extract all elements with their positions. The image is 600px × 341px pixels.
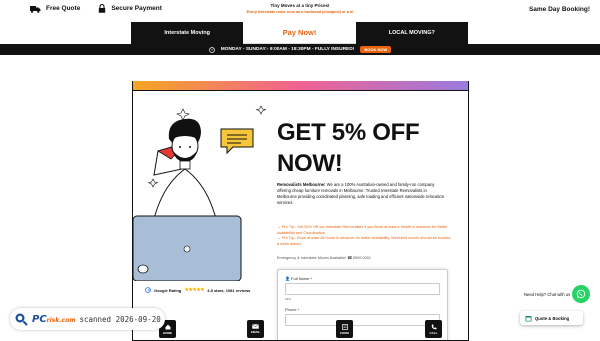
google-rating-text: 4.8 stars, 1081 reviews	[207, 287, 251, 293]
whatsapp-button[interactable]	[572, 285, 590, 303]
full-name-label: 👤 Full Name *	[285, 276, 312, 281]
google-rating: Google Rating ★★★★★ 4.8 stars, 1081 revi…	[145, 287, 250, 293]
email-button[interactable]: EMAIL	[247, 320, 264, 338]
hours-strip: MONDAY - SUNDAY:- 9:00AM - 18:30PM - FUL…	[0, 44, 600, 55]
watermark-logo-suffix: risk.com	[46, 316, 76, 324]
quote-form: 👤 Full Name * First Phone *	[277, 269, 448, 340]
secure-payment-label: Secure Payment	[111, 5, 162, 12]
mail-icon	[252, 324, 259, 329]
magnifier-logo-icon	[15, 313, 28, 326]
emergency-line: Emergency & Interstate Moves Available! …	[277, 256, 371, 260]
same-day-booking[interactable]: Same Day Booking!	[529, 6, 590, 13]
quote-booking-label: Quote & Booking	[535, 315, 570, 321]
home-label: HOME	[163, 330, 172, 335]
hero-card: GET 5% OFF NOW! Removalists Melbourne: W…	[132, 81, 469, 341]
form-icon	[341, 323, 348, 330]
email-label: EMAIL	[250, 330, 261, 334]
calendar-icon	[525, 315, 532, 321]
truck-icon	[30, 5, 41, 13]
google-rating-label: Google Rating	[154, 287, 182, 293]
hero-description: Removalists Melbourne: We are a 100% Aus…	[277, 182, 447, 206]
call-button[interactable]: CALL	[425, 320, 442, 338]
top-bar: Free Quote Secure Payment Tiny Moves at …	[0, 0, 600, 22]
first-name-hint: First	[285, 297, 291, 301]
chat-help-text: Need Help? Chat with us	[522, 291, 573, 298]
phone-icon	[431, 324, 436, 329]
form-label: FORM	[340, 330, 349, 335]
gradient-header	[133, 81, 468, 91]
chat-bubble-icon	[220, 128, 254, 155]
main-nav: Interstate Moving Pay Now! LOCAL MOVING?	[131, 22, 468, 44]
lock-icon	[99, 4, 106, 13]
hours-text: MONDAY - SUNDAY:- 9:00AM - 18:30PM - FUL…	[220, 47, 355, 52]
hero-heading-line2: NOW!	[277, 150, 343, 177]
hero-heading: GET 5% OFF NOW!	[277, 117, 420, 179]
hero-heading-line1: GET 5% OFF	[277, 119, 420, 146]
full-name-input[interactable]	[285, 283, 440, 295]
pro-tip-1: → Pro Tip:- Get 50% Off our Interstate R…	[277, 225, 448, 235]
tab-pay-now[interactable]: Pay Now!	[243, 22, 356, 44]
secure-payment-item[interactable]: Secure Payment	[98, 4, 162, 13]
form-button[interactable]: FORM	[336, 320, 353, 338]
promo-subtitle: Every Interstate route runs as a backloa…	[246, 10, 354, 14]
pro-tip-2: → Pro Tip:- Book at least 48 hours in ad…	[277, 236, 451, 246]
rating-stars-icon: ★★★★★	[184, 287, 205, 293]
pro-tips: → Pro Tip:- Get 50% Off our Interstate R…	[277, 225, 452, 247]
free-quote-item[interactable]: Free Quote	[30, 5, 80, 13]
phone-label: Phone *	[285, 307, 300, 312]
whatsapp-icon	[576, 289, 586, 299]
watermark-logo: PCrisk.com	[32, 314, 75, 325]
phone-input[interactable]	[285, 314, 440, 326]
tab-local-moving[interactable]: LOCAL MOVING?	[355, 22, 468, 44]
book-now-button[interactable]: BOOK NOW	[360, 46, 392, 53]
home-icon	[165, 324, 170, 329]
tab-interstate-moving[interactable]: Interstate Moving	[131, 22, 244, 44]
promo-title: Tiny Moves at a tiny Prices!	[270, 3, 330, 8]
promo-notice: Tiny Moves at a tiny Prices! Every Inter…	[230, 3, 370, 14]
watermark-badge: PCrisk.com scanned 2026-09-20	[10, 308, 165, 330]
call-label: CALL	[429, 330, 438, 335]
brand-name: Removalists Melbourne:	[277, 182, 326, 187]
scan-date-text: scanned 2026-09-20	[79, 314, 161, 324]
person-laptop-illustration	[133, 105, 267, 281]
quote-booking-button[interactable]: Quote & Booking	[520, 311, 583, 325]
free-quote-label: Free Quote	[46, 5, 81, 12]
google-icon	[145, 287, 151, 293]
clock-icon	[208, 46, 215, 53]
watermark-logo-pc: PC	[32, 313, 47, 325]
